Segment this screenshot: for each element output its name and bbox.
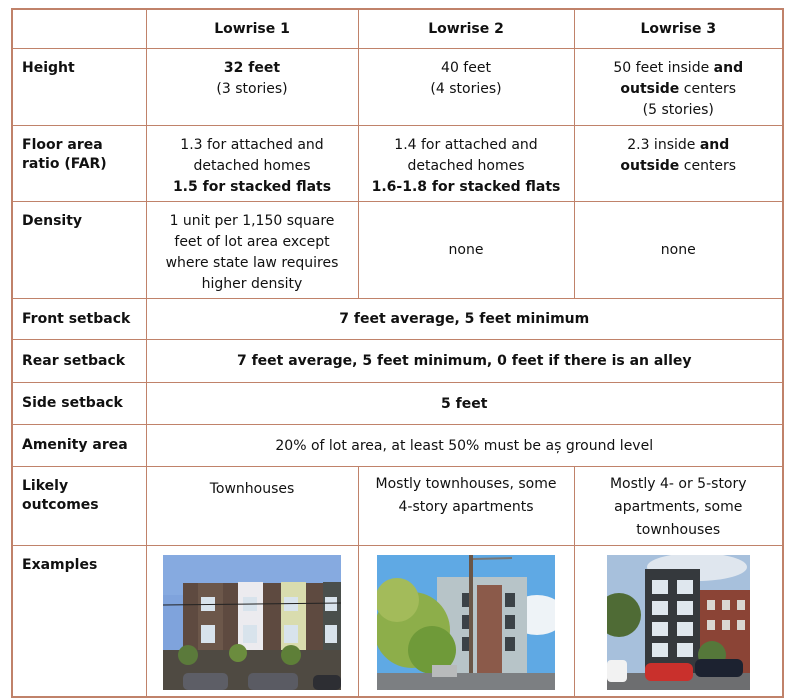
cell-examples-lr2 xyxy=(357,545,575,697)
outcomes-lr3-line2: apartments, some xyxy=(614,499,743,515)
header-row: Lowrise 1 Lowrise 2 Lowrise 3 xyxy=(11,8,784,49)
cell-outcomes-lr1: Townhouses xyxy=(145,466,359,546)
townhouses-photo xyxy=(163,555,341,690)
far-lr3-pre: 2.3 inside xyxy=(627,137,700,153)
density-lr1-line3: where state law requires xyxy=(165,255,339,271)
outcomes-lr3-line3: townhouses xyxy=(636,522,721,538)
cell-height-lr2: 40 feet (4 stories) xyxy=(357,48,575,126)
row-label-side-setback: Side setback xyxy=(11,382,147,425)
cell-examples-lr3 xyxy=(573,545,784,697)
cell-side-setback: 5 feet xyxy=(145,382,784,425)
cell-far-lr3: 2.3 inside and outside centers xyxy=(573,125,784,202)
height-lr3-and: and xyxy=(713,60,744,76)
header-lowrise-2: Lowrise 2 xyxy=(357,8,575,49)
height-lr1-stories: (3 stories) xyxy=(216,81,288,97)
cell-rear-setback: 7 feet average, 5 feet minimum, 0 feet i… xyxy=(145,339,784,383)
row-rear-setback: Rear setback 7 feet average, 5 feet mini… xyxy=(11,339,784,383)
far-lr2-stacked: 1.6-1.8 for stacked flats xyxy=(371,179,561,195)
row-far: Floor area ratio (FAR) 1.3 for attached … xyxy=(11,125,784,202)
row-label-front-setback: Front setback xyxy=(11,298,147,340)
density-lr1-line1: 1 unit per 1,150 square xyxy=(169,213,335,229)
outcomes-lr3-line1: Mostly 4- or 5-story xyxy=(609,476,747,492)
height-lr3-outside: outside xyxy=(620,81,680,97)
row-label-examples: Examples xyxy=(11,545,147,697)
cell-density-lr2: none xyxy=(357,201,575,299)
header-lowrise-3: Lowrise 3 xyxy=(573,8,784,49)
cell-far-lr2: 1.4 for attached and detached homes 1.6-… xyxy=(357,125,575,202)
row-density: Density 1 unit per 1,150 square feet of … xyxy=(11,201,784,299)
4-story-apartment-photo xyxy=(377,555,555,690)
cell-outcomes-lr3: Mostly 4- or 5-story apartments, some to… xyxy=(573,466,784,546)
cell-front-setback: 7 feet average, 5 feet minimum xyxy=(145,298,784,340)
height-lr3-pre: 50 feet inside xyxy=(613,60,714,76)
far-label-line2: ratio (FAR) xyxy=(22,156,107,172)
far-lr3-outside: outside xyxy=(620,158,680,174)
far-lr3-and: and xyxy=(699,137,730,153)
header-lowrise-1: Lowrise 1 xyxy=(145,8,359,49)
far-lr1-line1: 1.3 for attached and xyxy=(180,137,324,153)
5-story-apartment-photo xyxy=(606,555,750,690)
cell-density-lr3: none xyxy=(573,201,784,299)
cell-height-lr3: 50 feet inside and outside centers (5 st… xyxy=(573,48,784,126)
row-label-likely-outcomes: Likely outcomes xyxy=(11,466,147,546)
outcomes-lr2-line2: 4-story apartments xyxy=(398,499,534,515)
height-lr2-feet: 40 feet xyxy=(441,60,491,76)
outcomes-label-line1: Likely xyxy=(22,478,69,494)
density-lr1-line4: higher density xyxy=(201,276,303,292)
row-examples: Examples xyxy=(11,545,784,697)
outcomes-label-line2: outcomes xyxy=(22,497,99,513)
far-label-line1: Floor area xyxy=(22,137,103,153)
row-height: Height 32 feet (3 stories) 40 feet (4 st… xyxy=(11,48,784,126)
cell-density-lr1: 1 unit per 1,150 square feet of lot area… xyxy=(145,201,359,299)
far-lr1-stacked: 1.5 for stacked flats xyxy=(172,179,332,195)
far-lr3-post: centers xyxy=(679,158,737,174)
cell-far-lr1: 1.3 for attached and detached homes 1.5 … xyxy=(145,125,359,202)
far-lr2-line2: detached homes xyxy=(407,158,525,174)
cell-outcomes-lr2: Mostly townhouses, some 4-story apartmen… xyxy=(357,466,575,546)
row-likely-outcomes: Likely outcomes Townhouses Mostly townho… xyxy=(11,466,784,546)
row-amenity-area: Amenity area 20% of lot area, at least 5… xyxy=(11,424,784,467)
row-front-setback: Front setback 7 feet average, 5 feet min… xyxy=(11,298,784,340)
row-label-rear-setback: Rear setback xyxy=(11,339,147,383)
cell-amenity-area: 20% of lot area, at least 50% must be aș… xyxy=(145,424,784,467)
density-lr1-line2: feet of lot area except xyxy=(174,234,330,250)
row-label-height: Height xyxy=(11,48,147,126)
outcomes-lr1-line1: Townhouses xyxy=(209,481,295,497)
row-label-amenity-area: Amenity area xyxy=(11,424,147,467)
header-blank xyxy=(11,8,147,49)
row-label-density: Density xyxy=(11,201,147,299)
row-side-setback: Side setback 5 feet xyxy=(11,382,784,425)
far-lr1-line2: detached homes xyxy=(193,158,311,174)
height-lr1-feet: 32 feet xyxy=(223,60,281,76)
cell-height-lr1: 32 feet (3 stories) xyxy=(145,48,359,126)
outcomes-lr2-line1: Mostly townhouses, some xyxy=(375,476,557,492)
height-lr3-post: centers xyxy=(679,81,737,97)
height-lr3-stories: (5 stories) xyxy=(642,102,714,118)
height-lr2-stories: (4 stories) xyxy=(430,81,502,97)
lowrise-zoning-table: Lowrise 1 Lowrise 2 Lowrise 3 Height 32 … xyxy=(11,8,784,698)
far-lr2-line1: 1.4 for attached and xyxy=(394,137,538,153)
row-label-far: Floor area ratio (FAR) xyxy=(11,125,147,202)
cell-examples-lr1 xyxy=(145,545,359,697)
